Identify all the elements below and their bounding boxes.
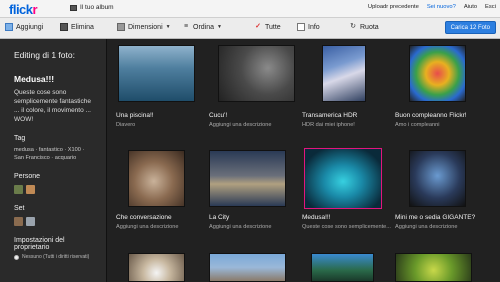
photo-title-field[interactable]: Medusa!!! <box>14 74 93 84</box>
photo-thumbnail[interactable] <box>311 253 374 282</box>
new-user-link[interactable]: Sei nuovo? <box>427 4 456 10</box>
sets-label: Set <box>14 205 25 212</box>
photo-thumbnail-selected[interactable] <box>304 148 382 209</box>
top-header: flickr Il tuo album Uploadr precedente S… <box>0 0 500 18</box>
tags-label: Tag <box>14 135 26 142</box>
photo-grid: Una piscina!! Diavero Cucu'! Aggiungi un… <box>107 39 500 282</box>
logo-text-pink: r <box>32 2 38 17</box>
info-icon <box>297 23 305 31</box>
order-dropdown[interactable]: ≡ Ordina ▼ <box>182 23 222 31</box>
signout-link[interactable]: Esci <box>485 4 496 10</box>
header-links: Uploadr precedente Sei nuovo? Aiuto Esci <box>368 4 496 10</box>
photo-description[interactable]: Aggiungi una descrizione <box>209 224 272 230</box>
photo-description[interactable]: Amo i compleanni <box>395 122 439 128</box>
photo-title: Che conversazione <box>116 214 172 221</box>
edit-heading: Editing di 1 foto: <box>14 50 75 60</box>
info-label: Info <box>308 23 320 31</box>
photo-description[interactable]: Aggiungi una descrizione <box>116 224 179 230</box>
add-button[interactable]: Aggiungi <box>5 23 43 31</box>
photo-title: La City <box>209 214 230 221</box>
people-avatars <box>14 185 93 194</box>
photo-description[interactable]: Diavero <box>116 122 135 128</box>
edit-sidebar: Editing di 1 foto: Medusa!!! Queste cose… <box>0 39 107 282</box>
upload-button[interactable]: Carica 12 Foto <box>444 21 496 34</box>
set-thumbnail[interactable] <box>14 217 23 226</box>
avatar[interactable] <box>14 185 23 194</box>
photo-thumbnail[interactable] <box>118 45 195 102</box>
delete-button[interactable]: Elimina <box>60 23 94 31</box>
chevron-down-icon: ▼ <box>165 24 171 30</box>
photo-title: Una piscina!! <box>116 112 154 119</box>
owner-settings-label: Impostazioni del proprietario <box>14 237 65 251</box>
checkmark-icon: ✓ <box>255 23 261 30</box>
radio-icon <box>14 254 19 260</box>
select-all-label: Tutte <box>265 23 281 31</box>
add-photo-icon <box>5 23 13 31</box>
photo-title: Mini me o sedia GIGANTE? <box>395 214 476 221</box>
photo-thumbnail[interactable] <box>209 253 286 282</box>
order-label: Ordina <box>193 23 215 31</box>
previous-uploadr-link[interactable]: Uploadr precedente <box>368 4 419 10</box>
photo-title: Transamerica HDR <box>302 112 358 119</box>
photo-description[interactable]: Aggiungi una descrizione <box>395 224 458 230</box>
photo-title: Cucu'! <box>209 112 228 119</box>
add-label: Aggiungi <box>16 23 44 31</box>
photo-thumbnail[interactable] <box>128 253 185 282</box>
people-label: Persone <box>14 173 41 180</box>
tags-list[interactable]: medusa · fantastico · X100 · San Francis… <box>14 146 93 162</box>
chevron-down-icon: ▼ <box>217 24 222 30</box>
photo-thumbnail[interactable] <box>218 45 295 102</box>
photo-thumbnail[interactable] <box>209 150 286 207</box>
photo-thumbnail[interactable] <box>322 45 366 102</box>
photo-title: Buon compleanno Flickr! <box>395 112 467 119</box>
set-thumbnail[interactable] <box>26 217 35 226</box>
photo-description-field[interactable]: Queste cose sono semplicemente fantastic… <box>14 88 93 124</box>
sets-thumbnails <box>14 217 93 226</box>
photo-thumbnail[interactable] <box>128 150 185 207</box>
delete-icon <box>60 23 68 31</box>
info-button[interactable]: Info <box>297 23 320 31</box>
photo-thumbnail[interactable] <box>409 150 466 207</box>
rotate-button[interactable]: ↻ Ruota <box>349 23 379 31</box>
photo-thumbnail[interactable] <box>395 253 472 282</box>
rotate-label: Ruota <box>360 23 379 31</box>
delete-label: Elimina <box>71 23 94 31</box>
toolbar: Aggiungi Elimina Dimensioni ▼ ≡ Ordina ▼… <box>0 18 500 39</box>
album-icon <box>70 4 77 11</box>
license-option[interactable]: Nessuno (Tutti i diritti riservati) <box>14 254 93 260</box>
photo-description[interactable]: Aggiungi una descrizione <box>209 122 272 128</box>
photo-description[interactable]: HDR dai miei iphone! <box>302 122 355 128</box>
photo-thumbnail[interactable] <box>409 45 466 102</box>
logo-text-blue: flick <box>9 2 33 17</box>
photo-title: Medusa!!! <box>302 214 331 221</box>
rotate-icon: ↻ <box>350 23 356 30</box>
license-label: Nessuno (Tutti i diritti riservati) <box>22 254 90 260</box>
dimensions-icon <box>117 23 125 31</box>
flickr-logo[interactable]: flickr <box>9 2 38 17</box>
dimensions-dropdown[interactable]: Dimensioni ▼ <box>117 23 171 31</box>
help-link[interactable]: Aiuto <box>464 4 477 10</box>
dimensions-label: Dimensioni <box>128 23 163 31</box>
album-link-label: Il tuo album <box>80 4 114 11</box>
album-link[interactable]: Il tuo album <box>70 4 114 11</box>
photo-description[interactable]: Queste cose sono semplicemente... <box>302 224 391 230</box>
select-all-button[interactable]: ✓ Tutte <box>254 23 281 31</box>
order-icon: ≡ <box>183 23 189 30</box>
avatar[interactable] <box>26 185 35 194</box>
